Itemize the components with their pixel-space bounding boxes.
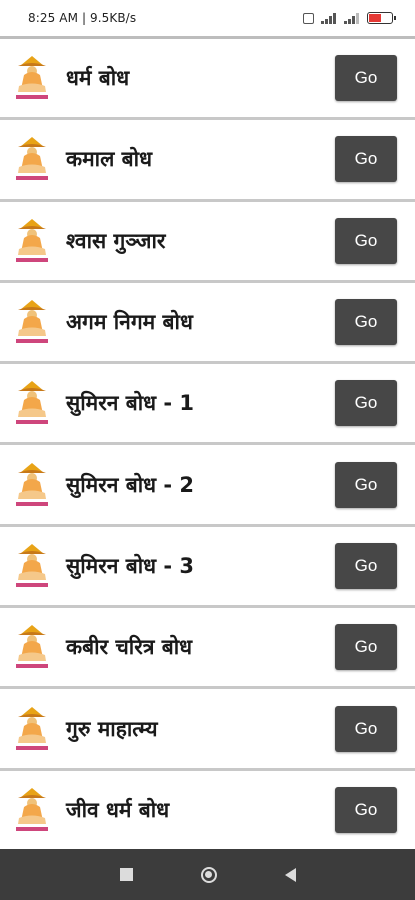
back-icon[interactable] [284, 867, 296, 882]
kabir-sagar-logo-icon [16, 218, 48, 262]
item-title: कबीर चरित्र बोध [66, 635, 193, 660]
go-button[interactable]: Go [335, 786, 397, 833]
item-title: कमाल बोध [66, 147, 153, 172]
go-button[interactable]: Go [335, 705, 397, 752]
recents-icon[interactable] [119, 868, 133, 881]
item-title: गुरु माहात्म्य [66, 716, 158, 741]
status-bar: 8:25 AM | 9.5KB/s [0, 0, 415, 36]
kabir-sagar-logo-icon [16, 300, 48, 344]
book-list: धर्म बोध Go कमाल बोध Go श्वास गुञ्जार Go [0, 36, 415, 849]
item-title: धर्म बोध [66, 66, 130, 91]
battery-icon [367, 12, 396, 24]
go-button[interactable]: Go [335, 136, 397, 183]
list-item[interactable]: जीव धर्म बोध Go [0, 771, 415, 849]
kabir-sagar-logo-icon [16, 625, 48, 669]
item-title: जीव धर्म बोध [66, 797, 170, 822]
go-button[interactable]: Go [335, 461, 397, 508]
list-item[interactable]: अगम निगम बोध Go [0, 283, 415, 365]
kabir-sagar-logo-icon [16, 56, 48, 100]
item-title: श्वास गुञ्जार [66, 228, 166, 253]
signal-icon [321, 12, 337, 24]
navigation-bar [0, 849, 415, 900]
go-button[interactable]: Go [335, 217, 397, 264]
go-button[interactable]: Go [335, 542, 397, 589]
list-item[interactable]: गुरु माहात्म्य Go [0, 689, 415, 771]
kabir-sagar-logo-icon [16, 543, 48, 587]
kabir-sagar-logo-icon [16, 706, 48, 750]
item-title: अगम निगम बोध [66, 310, 193, 335]
status-time: 8:25 AM | 9.5KB/s [28, 11, 137, 25]
go-button[interactable]: Go [335, 624, 397, 671]
item-title: सुमिरन बोध - 3 [66, 553, 195, 578]
home-icon[interactable] [200, 866, 217, 883]
go-button[interactable]: Go [335, 299, 397, 346]
kabir-sagar-logo-icon [16, 462, 48, 506]
status-icons [303, 12, 396, 24]
list-item[interactable]: सुमिरन बोध - 1 Go [0, 364, 415, 446]
item-title: सुमिरन बोध - 2 [66, 472, 195, 497]
list-item[interactable]: सुमिरन बोध - 3 Go [0, 527, 415, 609]
go-button[interactable]: Go [335, 380, 397, 427]
list-item[interactable]: कबीर चरित्र बोध Go [0, 608, 415, 690]
go-button[interactable]: Go [335, 55, 397, 102]
list-item[interactable]: श्वास गुञ्जार Go [0, 202, 415, 283]
kabir-sagar-logo-icon [16, 137, 48, 181]
item-title: सुमिरन बोध - 1 [66, 391, 195, 416]
list-item[interactable]: धर्म बोध Go [0, 39, 415, 121]
signal-icon-2 [344, 12, 360, 24]
list-item[interactable]: सुमिरन बोध - 2 Go [0, 445, 415, 527]
sim-icon [303, 12, 314, 24]
list-item[interactable]: कमाल बोध Go [0, 120, 415, 202]
kabir-sagar-logo-icon [16, 381, 48, 425]
kabir-sagar-logo-icon [16, 787, 48, 831]
